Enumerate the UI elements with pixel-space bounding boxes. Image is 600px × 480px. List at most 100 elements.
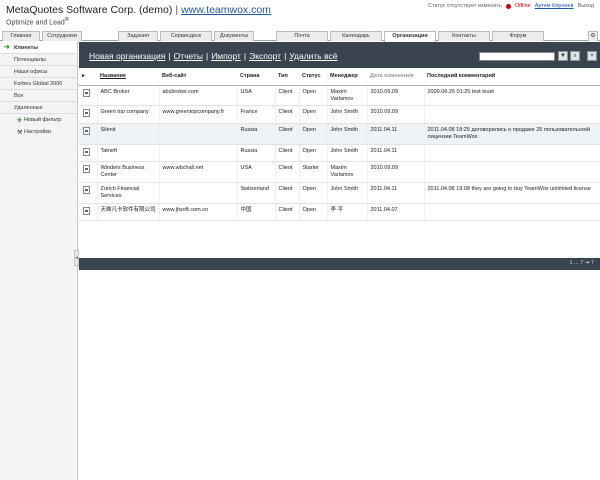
table-row[interactable]: Zurich Financial Services Switzerland Clie… [79, 182, 600, 204]
cell-date: 2011.04.11 [366, 144, 424, 163]
organizations-table: ▸ Название Веб-сайт Страна Тип Статус Ме… [79, 68, 600, 222]
table-row[interactable]: Silenit Russia Client Open John Smith 2011.04… [79, 123, 600, 145]
tab-mail[interactable]: Почта [276, 31, 328, 41]
status-text[interactable]: Статус отсутствует изменить [428, 3, 502, 9]
cell-name[interactable]: Silenit [96, 123, 159, 145]
cell-country: France [236, 105, 275, 124]
brand: MetaQuotes Software Corp. (demo) | www.tea… [6, 4, 271, 16]
tab-home[interactable]: Главная [2, 31, 40, 41]
organization-card-icon[interactable] [83, 88, 91, 97]
cell-country: Russia [236, 123, 275, 145]
sidebar-item-forbes[interactable]: Forbes Global 2000 [0, 78, 77, 90]
tagline-text: Optimize and Lead [6, 19, 65, 27]
col-type[interactable]: Тип [275, 68, 299, 86]
sidebar-item-potentials[interactable]: Потенциалы [0, 54, 77, 66]
sidebar-item-all[interactable]: Все [0, 90, 77, 102]
organization-card-icon[interactable] [83, 109, 91, 118]
cell-comment: 2011.04.08 19:08 they are going to buy T… [423, 182, 600, 204]
user-name-link[interactable]: Артем Корнеев [535, 3, 574, 9]
cell-website: www.jhsoft.com.cn [158, 203, 237, 222]
exit-link[interactable]: Выход [578, 3, 594, 9]
cell-name[interactable]: Tatneft [96, 144, 159, 163]
delete-all-link[interactable]: Удалить всё [289, 51, 337, 61]
tab-contacts[interactable]: Контакты [438, 31, 490, 41]
website-link[interactable]: www.teamwox.com [181, 4, 271, 16]
cell-type: Client [274, 161, 299, 183]
cell-country: Switzerland [236, 182, 275, 204]
tab-organizations[interactable]: Организации [384, 31, 436, 42]
offline-dot-icon [505, 3, 511, 9]
reports-link[interactable]: Отчеты [174, 51, 203, 61]
sidebar-item-clients[interactable]: ➜ Клиенты [0, 42, 77, 54]
settings-gear-icon[interactable]: ⚙ [588, 31, 598, 41]
cell-website: www.wbchall.net [158, 161, 237, 183]
toolbar-separator: | [205, 51, 209, 61]
cell-country: Russia [236, 144, 275, 163]
tab-forum[interactable]: Форум [492, 31, 544, 41]
col-website[interactable]: Веб-сайт [159, 68, 237, 86]
cell-comment [423, 105, 600, 124]
cell-country: USA [236, 85, 275, 107]
col-manager[interactable]: Менеджер [327, 68, 367, 86]
col-name[interactable]: Название [97, 68, 159, 86]
cell-date: 2010.09.09 [366, 105, 424, 124]
tab-servicedesk[interactable]: Сервисдеск [160, 31, 212, 41]
table-row[interactable]: Winders Business Center www.wbchall.net US… [79, 161, 600, 183]
sidebar-item-deleted[interactable]: Удаленные [0, 102, 77, 114]
new-organization-link[interactable]: Новая организация [89, 51, 165, 61]
toolbar-separator: | [243, 51, 247, 61]
pager[interactable]: 1 ... 7 ⇥ 7 [570, 260, 594, 266]
cell-manager: Maxim Varlamov [326, 161, 367, 183]
header-expand[interactable]: ▸ [79, 68, 97, 86]
cell-date: 2011.04.11 [366, 123, 424, 145]
row-icon-cell [79, 161, 97, 183]
tab-calendar[interactable]: Календарь [330, 31, 382, 41]
export-link[interactable]: Экспорт [249, 51, 281, 61]
sidebar-item-our-offices[interactable]: Наши офисы [0, 66, 77, 78]
organization-card-icon[interactable] [83, 185, 91, 194]
col-date-modified[interactable]: Дата изменения [367, 68, 424, 86]
tagline: Optimize and Lead® [6, 17, 69, 26]
organization-card-icon[interactable] [83, 206, 91, 215]
sidebar: ➜ Клиенты Потенциалы Наши офисы Forbes Gl… [0, 42, 78, 480]
new-filter-label: Новый фильтр [24, 117, 62, 123]
tab-employees[interactable]: Сотрудники [42, 31, 82, 41]
close-icon[interactable]: × [587, 51, 597, 61]
row-icon-cell [79, 105, 97, 124]
tab-documents[interactable]: Документы [214, 31, 254, 41]
table-row[interactable]: 天维凡卡软件有限公司 www.jhsoft.com.cn 中国 Client Open 李… [79, 203, 600, 222]
cell-manager: John Smith [326, 182, 367, 204]
table-row[interactable]: ABC Broker abcbroker.com USA Client Open Maxi… [79, 85, 600, 107]
organization-card-icon[interactable] [83, 165, 91, 174]
settings-link[interactable]: ⚒ Настройки [0, 126, 77, 138]
trademark-mark: ® [64, 17, 70, 23]
brand-separator: | [175, 4, 179, 16]
cell-name[interactable]: Zurich Financial Services [96, 182, 159, 204]
cell-website [158, 182, 237, 204]
filter-icon[interactable]: ▼ [558, 51, 568, 61]
cell-name[interactable]: Green top company [96, 105, 159, 124]
import-link[interactable]: Импорт [211, 51, 241, 61]
new-filter-link[interactable]: ✚ Новый фильтр [0, 114, 77, 126]
col-last-comment[interactable]: Последний комментарий [424, 68, 600, 86]
table-row[interactable]: Tatneft Russia Client Open John Smith 2011.04… [79, 144, 600, 163]
sidebar-item-label: Все [14, 93, 24, 99]
cell-status: Open [298, 123, 327, 145]
col-country[interactable]: Страна [237, 68, 275, 86]
organization-card-icon[interactable] [83, 147, 91, 156]
cell-name[interactable]: 天维凡卡软件有限公司 [96, 203, 159, 222]
organization-card-icon[interactable] [83, 126, 91, 135]
cell-name[interactable]: Winders Business Center [96, 161, 159, 183]
cell-name[interactable]: ABC Broker [96, 85, 159, 107]
cell-manager: John Smith [326, 144, 367, 163]
cell-status: Starter [298, 161, 327, 183]
search-input[interactable] [479, 52, 555, 61]
tab-tasks[interactable]: Задания [118, 31, 158, 41]
table-row[interactable]: Green top company www.greentopcompany.fr F… [79, 105, 600, 124]
cell-manager: Maxim Varlamov [326, 85, 367, 107]
offline-status[interactable]: Offline [515, 3, 531, 9]
col-status[interactable]: Статус [299, 68, 327, 86]
row-icon-cell [79, 203, 97, 222]
search-icon[interactable]: ⌕ [570, 51, 580, 61]
app-header: MetaQuotes Software Corp. (demo) | www.tea… [0, 0, 600, 30]
